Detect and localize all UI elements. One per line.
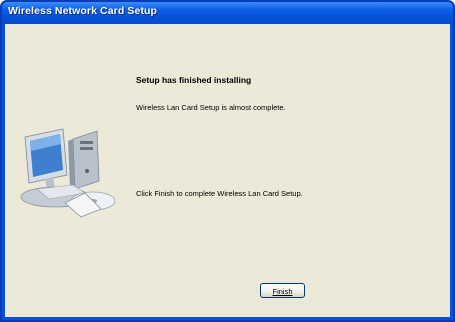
status-text: Wireless Lan Card Setup is almost comple… [136, 103, 286, 112]
setup-heading: Setup has finished installing [136, 75, 252, 85]
setup-window: Wireless Network Card Setup Setup has fi… [0, 0, 455, 322]
title-bar[interactable]: Wireless Network Card Setup [2, 2, 453, 24]
finish-button-label: Finish [272, 287, 293, 296]
window-title: Wireless Network Card Setup [8, 5, 158, 17]
instruction-text: Click Finish to complete Wireless Lan Ca… [136, 189, 303, 198]
finish-button[interactable]: Finish [260, 283, 305, 298]
computer-with-disk-icon [15, 119, 123, 219]
dialog-body: Setup has finished installing Wireless L… [5, 24, 450, 317]
